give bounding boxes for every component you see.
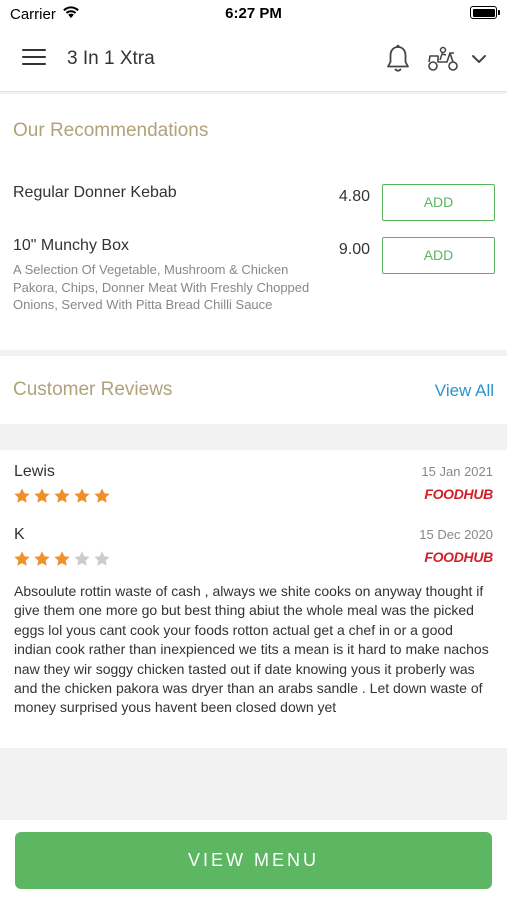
status-bar: Carrier 6:27 PM — [0, 0, 507, 28]
view-menu-button[interactable]: VIEW MENU — [15, 832, 492, 889]
review-author: Lewis — [14, 463, 55, 480]
item-price: 4.80 — [338, 188, 370, 205]
store-name: 3 In 1 Xtra — [67, 48, 155, 69]
view-all-link[interactable]: View All — [435, 381, 494, 401]
star-filled-icon — [14, 551, 30, 566]
star-filled-icon — [94, 488, 110, 503]
star-empty-icon — [74, 551, 90, 566]
star-empty-icon — [94, 551, 110, 566]
star-filled-icon — [34, 551, 50, 566]
recommendations-section: Our Recommendations Regular Donner Kebab… — [0, 94, 507, 350]
reviews-list: Lewis 15 Jan 2021 FOODHUB K 15 Dec 2020 … — [0, 450, 507, 748]
star-rating — [13, 487, 111, 505]
item-name: 10" Munchy Box — [13, 237, 129, 254]
delivery-scooter-icon[interactable] — [426, 46, 460, 72]
foodhub-logo: FOODHUB — [424, 549, 493, 565]
star-filled-icon — [54, 488, 70, 503]
hamburger-menu-icon[interactable] — [22, 49, 46, 69]
clock: 6:27 PM — [225, 5, 282, 22]
add-button[interactable]: ADD — [382, 237, 495, 274]
star-filled-icon — [34, 488, 50, 503]
star-filled-icon — [74, 488, 90, 503]
battery-icon — [470, 6, 500, 19]
bell-icon[interactable] — [385, 44, 411, 74]
review-author: K — [14, 526, 25, 543]
reviews-title: Customer Reviews — [13, 379, 173, 400]
item-name: Regular Donner Kebab — [13, 184, 177, 201]
star-rating — [13, 550, 111, 568]
review-date: 15 Jan 2021 — [421, 464, 493, 479]
item-description: A Selection Of Vegetable, Mushroom & Chi… — [13, 262, 310, 312]
footer-bar: VIEW MENU — [0, 820, 507, 900]
foodhub-logo: FOODHUB — [424, 486, 493, 502]
recommendations-title: Our Recommendations — [13, 120, 209, 141]
review-text: Absoulute rottin waste of cash , always … — [14, 583, 489, 716]
reviews-header: Customer Reviews View All — [0, 356, 507, 424]
chevron-down-icon[interactable] — [470, 50, 488, 68]
add-button[interactable]: ADD — [382, 184, 495, 221]
app-header: 3 In 1 Xtra — [0, 28, 507, 92]
star-filled-icon — [54, 551, 70, 566]
star-filled-icon — [14, 488, 30, 503]
item-price: 9.00 — [338, 241, 370, 258]
review-date: 15 Dec 2020 — [419, 527, 493, 542]
